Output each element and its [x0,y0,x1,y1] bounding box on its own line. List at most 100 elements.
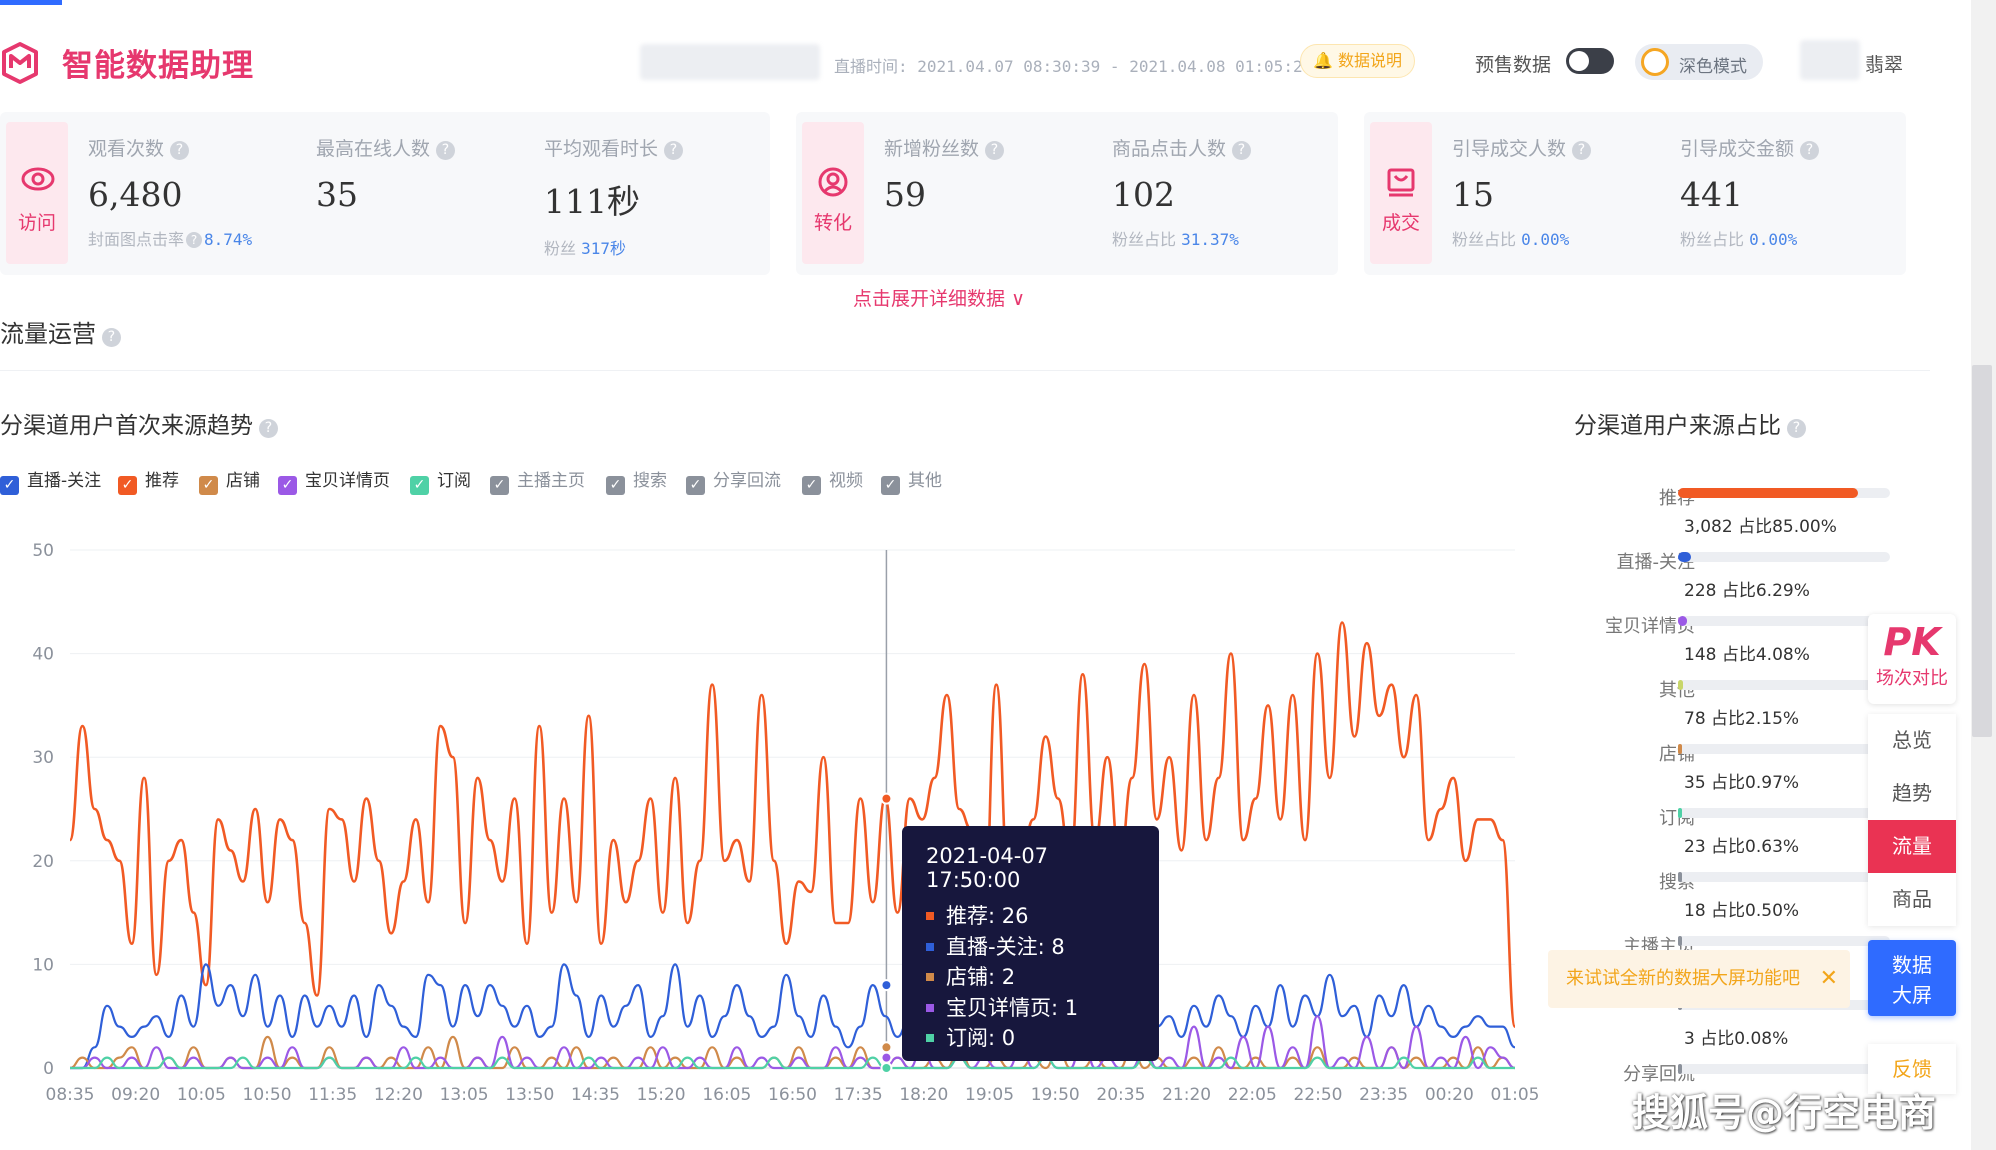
tooltip-row: 宝贝详情页: 1 [926,992,1135,1023]
legend-item[interactable]: ✓ 分享回流 [686,466,781,495]
scrollbar-thumb[interactable] [1972,365,1992,737]
ratio-value: 18 占比0.50% [1684,901,1800,921]
side-nav-overview[interactable]: 总览 [1868,714,1956,767]
checkbox-icon: ✓ [490,476,509,495]
series-dot-icon [926,942,934,951]
user-avatar[interactable] [1800,40,1860,80]
help-icon[interactable]: ? [436,141,456,160]
legend-item[interactable]: ✓ 其他 [881,466,942,495]
x-tick-label: 19:50 [1031,1085,1080,1105]
help-icon[interactable]: ? [259,419,278,438]
legend-item[interactable]: ✓ 直播-关注 [0,466,101,495]
legend-item[interactable]: ✓ 视频 [802,466,863,495]
metric-product-clicks: 商品点击人数? 102 粉丝占比 31.37% [1112,134,1252,250]
ratio-row: 宝贝详情页 148 占比4.08% [1560,612,1920,676]
ratio-bar-track [1678,552,1890,562]
help-icon[interactable]: ? [664,141,684,160]
metric-label: 新增粉丝数 [884,138,980,160]
legend-item[interactable]: ✓ 推荐 [118,466,179,495]
hover-point [880,1062,893,1074]
x-tick-label: 12:20 [374,1085,423,1105]
legend-label: 主播主页 [517,471,585,491]
ratio-bar-fill [1678,744,1682,754]
promo-text: 来试试全新的数据大屏功能吧 [1566,968,1800,989]
help-icon[interactable]: ? [1800,141,1820,160]
series-dot-icon [926,1034,934,1042]
x-tick-label: 22:05 [1228,1085,1277,1105]
ratio-value: 3,082 占比85.00% [1684,517,1837,537]
checkbox-icon: ✓ [686,476,705,495]
promo-banner: 来试试全新的数据大屏功能吧 ✕ [1548,950,1850,1008]
legend-item[interactable]: ✓ 店铺 [199,466,260,495]
section-title-text: 分渠道用户首次来源趋势 [0,413,253,439]
pk-logo: PK [1883,620,1941,664]
help-icon[interactable]: ? [1232,141,1252,160]
user-name[interactable]: 翡翠 [1865,50,1903,77]
hover-point [880,1041,893,1054]
help-icon[interactable]: ? [985,141,1005,160]
bag-icon [1387,168,1415,197]
series-dot-icon [926,973,934,981]
ratio-bar-track [1678,808,1890,818]
data-note-button[interactable]: 🔔 数据说明 [1300,44,1416,78]
section-title-traffic: 流量运营? [0,314,121,349]
help-icon[interactable]: ? [1787,419,1806,438]
legend-label: 搜索 [633,471,667,491]
side-nav-traffic[interactable]: 流量 [1868,820,1956,873]
close-icon[interactable]: ✕ [1820,950,1838,1008]
big-screen-label-1: 数据 [1892,953,1932,977]
legend-label: 视频 [829,471,863,491]
live-time: 直播时间: 2021.04.07 08:30:39 - 2021.04.08 0… [834,57,1313,76]
dark-mode-toggle[interactable]: 深色模式 [1635,44,1763,80]
metric-views: 观看次数? 6,480 封面图点击率? 8.74% [88,134,252,250]
chevron-down-icon: ∨ [1011,288,1025,310]
metric-sub-value: 31.37% [1181,230,1239,249]
big-screen-button[interactable]: 数据 大屏 [1868,940,1956,1016]
x-tick-label: 18:20 [899,1085,948,1105]
help-icon[interactable]: ? [1572,141,1592,160]
legend-item[interactable]: ✓ 订阅 [410,466,471,495]
ratio-bar-track [1678,488,1890,498]
metric-deal-users: 引导成交人数? 15 粉丝占比 0.00% [1452,134,1592,250]
legend-label: 店铺 [226,471,260,491]
legend-item[interactable]: ✓ 搜索 [606,466,667,495]
metric-label: 观看次数 [88,138,165,160]
trend-line-chart[interactable]: 0 10 20 30 40 50 08:35 09:20 10:05 10:50 11:35 12:2… [0,530,1540,1120]
kpi-category-label: 访问 [17,212,56,234]
ratio-bar-fill [1678,936,1682,946]
side-nav-trend[interactable]: 趋势 [1868,767,1956,820]
checkbox-icon: ✓ [802,476,821,495]
side-nav-product[interactable]: 商品 [1868,873,1956,926]
expand-details-link[interactable]: 点击展开详细数据 ∨ [853,284,1025,311]
hover-point [880,792,893,805]
legend-item[interactable]: ✓ 主播主页 [490,466,585,495]
metric-sub-label: 粉丝占比 [1452,230,1517,249]
hover-point [880,979,893,992]
ratio-bar-fill [1678,552,1692,562]
ratio-bar-track [1678,1064,1890,1074]
legend-label: 订阅 [437,471,471,491]
metric-sub-value: 0.00% [1749,230,1798,249]
ratio-bar-fill [1678,872,1682,882]
hover-point [880,1051,893,1064]
dark-mode-label: 深色模式 [1679,57,1747,77]
help-icon[interactable]: ? [102,328,121,347]
metric-sub-value: 317秒 [581,239,627,258]
x-tick-label: 20:35 [1096,1085,1145,1105]
help-icon[interactable]: ? [170,141,190,160]
kpi-category-label: 转化 [813,212,852,234]
y-tick-label: 10 [32,955,54,975]
legend-label: 其他 [908,471,942,491]
data-note-label: 数据说明 [1338,51,1403,70]
ratio-bar-track [1678,872,1890,882]
checkbox-icon: ✓ [0,476,19,495]
tooltip-time: 2021-04-07 17:50:00 [926,844,1049,892]
ratio-bar-track [1678,616,1890,626]
pk-compare-button[interactable]: PK 场次对比 [1868,614,1956,704]
help-icon[interactable]: ? [186,232,203,248]
presale-toggle[interactable] [1566,48,1614,74]
tooltip-row-text: 宝贝详情页: 1 [946,995,1079,1020]
metric-label: 商品点击人数 [1112,138,1227,160]
legend-item[interactable]: ✓ 宝贝详情页 [278,466,390,495]
metric-sub-label: 粉丝 [544,239,577,258]
